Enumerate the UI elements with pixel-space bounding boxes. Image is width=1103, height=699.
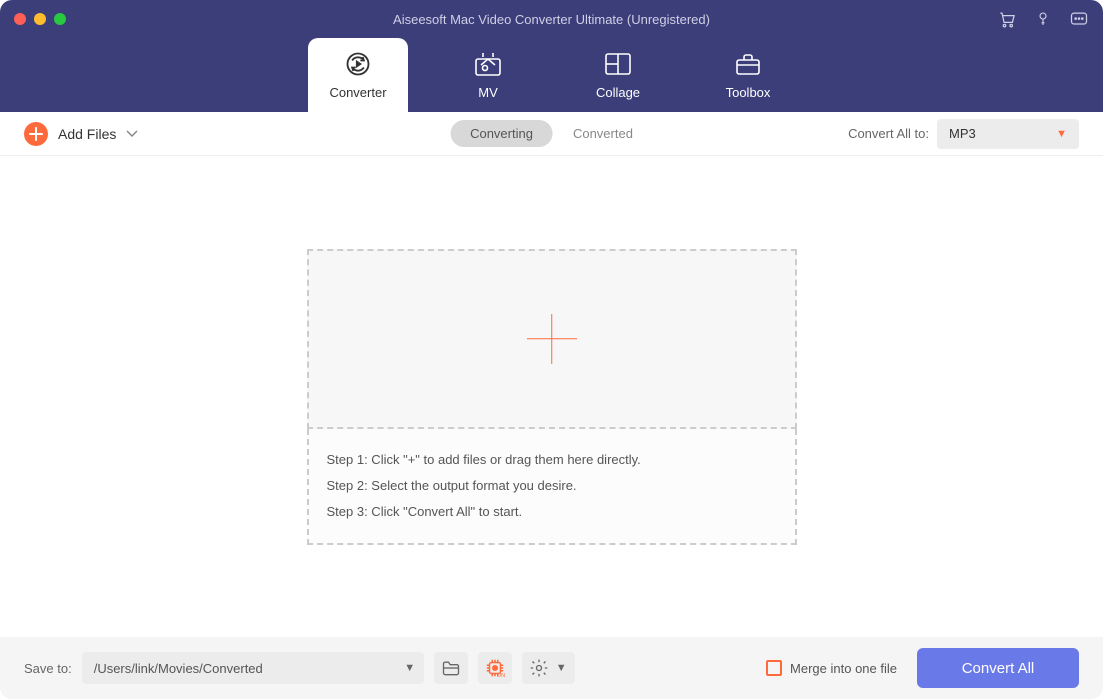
plus-icon — [24, 122, 48, 146]
add-plus-large-icon — [527, 314, 577, 364]
merge-label: Merge into one file — [790, 661, 897, 676]
window-close-button[interactable] — [14, 13, 26, 25]
tab-collage-label: Collage — [596, 85, 640, 100]
settings-split-button: ▼ — [522, 652, 575, 684]
tab-mv-label: MV — [478, 85, 498, 100]
conversion-status-segment: Converting Converted — [450, 120, 653, 147]
add-files-label: Add Files — [58, 126, 116, 142]
window-minimize-button[interactable] — [34, 13, 46, 25]
steps-box: Step 1: Click "+" to add files or drag t… — [307, 429, 797, 545]
tab-toolbox-label: Toolbox — [726, 85, 771, 100]
settings-button[interactable] — [522, 652, 556, 684]
add-files-button[interactable]: Add Files — [24, 122, 116, 146]
toolbox-icon — [734, 51, 762, 77]
seg-converted[interactable]: Converted — [553, 120, 653, 147]
step-3-text: Step 3: Click "Convert All" to start. — [327, 499, 777, 525]
key-icon[interactable] — [1033, 9, 1053, 29]
add-files-dropdown[interactable] — [126, 130, 138, 138]
titlebar-actions — [997, 9, 1089, 29]
dropzone[interactable] — [307, 249, 797, 429]
tab-converter[interactable]: Converter — [308, 38, 408, 112]
step-2-text: Step 2: Select the output format you des… — [327, 473, 777, 499]
chevron-down-icon: ▼ — [1056, 128, 1067, 140]
merge-checkbox-wrap: Merge into one file — [766, 660, 897, 676]
tab-toolbox[interactable]: Toolbox — [698, 38, 798, 112]
traffic-lights — [0, 13, 66, 25]
save-path-field[interactable]: /Users/link/Movies/Converted — [82, 652, 396, 684]
output-format-select[interactable]: MP3 ▼ — [937, 119, 1079, 149]
window-title: Aiseesoft Mac Video Converter Ultimate (… — [393, 12, 710, 27]
cart-icon[interactable] — [997, 9, 1017, 29]
feedback-icon[interactable] — [1069, 9, 1089, 29]
output-format-value: MP3 — [949, 126, 976, 141]
main-area: Step 1: Click "+" to add files or drag t… — [0, 156, 1103, 637]
tab-collage[interactable]: Collage — [568, 38, 668, 112]
tab-converter-label: Converter — [329, 85, 386, 100]
collage-icon — [604, 51, 632, 77]
convert-all-button[interactable]: Convert All — [917, 648, 1079, 688]
open-folder-button[interactable] — [434, 652, 468, 684]
save-path-value: /Users/link/Movies/Converted — [94, 661, 263, 676]
title-bar: Aiseesoft Mac Video Converter Ultimate (… — [0, 0, 1103, 38]
main-tabs: Converter MV Collage Toolbox — [0, 38, 1103, 112]
mv-icon — [474, 51, 502, 77]
merge-checkbox[interactable] — [766, 660, 782, 676]
dropzone-wrap: Step 1: Click "+" to add files or drag t… — [307, 249, 797, 545]
gpu-accel-button[interactable]: ON — [478, 652, 512, 684]
window-maximize-button[interactable] — [54, 13, 66, 25]
convert-all-to-label: Convert All to: — [848, 126, 929, 141]
app-window: Aiseesoft Mac Video Converter Ultimate (… — [0, 0, 1103, 699]
convert-all-to: Convert All to: MP3 ▼ — [848, 119, 1079, 149]
converter-icon — [344, 51, 372, 77]
save-path-dropdown[interactable]: ▼ — [396, 652, 424, 684]
settings-dropdown[interactable]: ▼ — [556, 662, 575, 674]
tab-mv[interactable]: MV — [438, 38, 538, 112]
svg-text:ON: ON — [497, 673, 505, 679]
step-1-text: Step 1: Click "+" to add files or drag t… — [327, 447, 777, 473]
save-to-label: Save to: — [24, 661, 72, 676]
toolbar: Add Files Converting Converted Convert A… — [0, 112, 1103, 156]
bottom-bar: Save to: /Users/link/Movies/Converted ▼ … — [0, 637, 1103, 699]
seg-converting[interactable]: Converting — [450, 120, 553, 147]
